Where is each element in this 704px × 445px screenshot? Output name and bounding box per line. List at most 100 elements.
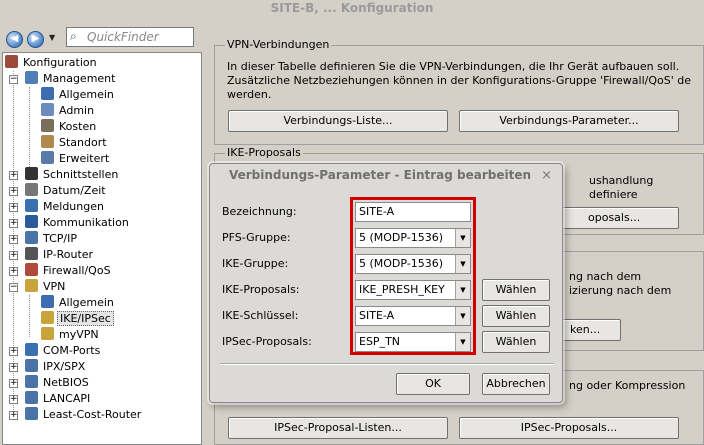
tree-item[interactable]: myVPN bbox=[41, 327, 101, 343]
tree-item-label: NetBIOS bbox=[43, 376, 89, 389]
router-icon bbox=[25, 247, 38, 260]
expand-icon[interactable]: + bbox=[9, 235, 18, 244]
tree-item[interactable]: Least-Cost-Router bbox=[25, 407, 143, 423]
tree-item[interactable]: NetBIOS bbox=[25, 375, 91, 391]
group-description: ng oder Kompression bbox=[569, 379, 686, 392]
tree-item-label: Allgemein bbox=[59, 296, 114, 309]
tree-connector bbox=[29, 87, 30, 175]
tree-item[interactable]: VPN bbox=[25, 279, 67, 295]
tree-item[interactable]: Standort bbox=[41, 135, 109, 151]
tree-connector bbox=[29, 295, 30, 337]
expand-icon[interactable]: + bbox=[9, 411, 18, 420]
forward-arrow-icon[interactable]: ▶ bbox=[27, 31, 44, 48]
tree-item[interactable]: Management bbox=[25, 71, 117, 87]
field-label: PFS-Gruppe: bbox=[222, 231, 291, 244]
chevron-down-icon[interactable]: ▼ bbox=[455, 307, 470, 325]
netbios-icon bbox=[25, 375, 38, 388]
collapse-icon[interactable]: − bbox=[9, 283, 18, 292]
tree-item-label: Erweitert bbox=[59, 152, 110, 165]
tree-item-label: VPN bbox=[43, 280, 66, 293]
window-title: SITE-B, ... Konfiguration bbox=[0, 0, 704, 18]
tree-item-label: COM-Ports bbox=[43, 344, 101, 357]
select-button[interactable]: Wählen bbox=[482, 331, 550, 353]
ipsec-proposals-button[interactable]: IPSec-Proposals... bbox=[459, 417, 679, 439]
field-value: SITE-A bbox=[359, 309, 395, 322]
combo-select[interactable]: IKE_PRESH_KEY ▼ bbox=[355, 280, 471, 300]
expand-icon[interactable]: + bbox=[9, 219, 18, 228]
advanced-icon bbox=[41, 151, 54, 164]
tree-item[interactable]: TCP/IP bbox=[25, 231, 79, 247]
combo-select[interactable]: 5 (MODP-1536) ▼ bbox=[355, 254, 471, 274]
ports-icon bbox=[25, 343, 38, 356]
expand-icon[interactable]: + bbox=[9, 251, 18, 260]
quickfinder-search-input[interactable]: QuickFinder bbox=[66, 27, 194, 47]
tree-item-label: Konfiguration bbox=[23, 56, 97, 69]
chevron-down-icon[interactable]: ▼ bbox=[455, 229, 470, 247]
cancel-button[interactable]: Abbrechen bbox=[482, 373, 550, 395]
configuration-tree[interactable]: Konfiguration Management − Allgemein Admin Ko… bbox=[2, 52, 202, 445]
expand-icon[interactable]: + bbox=[9, 347, 18, 356]
tree-item[interactable]: IPX/SPX bbox=[25, 359, 87, 375]
select-button[interactable]: Wählen bbox=[482, 305, 550, 327]
group-title: IKE-Proposals bbox=[225, 146, 303, 159]
expand-icon[interactable]: + bbox=[9, 395, 18, 404]
tree-item[interactable]: Schnittstellen bbox=[25, 167, 120, 183]
field-value: IKE_PRESH_KEY bbox=[359, 283, 445, 296]
combo-select[interactable]: SITE-A ▼ bbox=[355, 306, 471, 326]
tree-item[interactable]: Admin bbox=[41, 103, 96, 119]
collapse-icon[interactable]: − bbox=[9, 75, 18, 84]
lcr-icon bbox=[25, 407, 38, 420]
tree-item[interactable]: Kommunikation bbox=[25, 215, 131, 231]
tree-item[interactable]: IKE/IPSec bbox=[41, 311, 114, 327]
tree-item[interactable]: Konfiguration bbox=[5, 55, 99, 71]
tree-item[interactable]: Erweitert bbox=[41, 151, 111, 167]
tree-item-label: Kosten bbox=[59, 120, 97, 133]
chevron-down-icon[interactable]: ▼ bbox=[455, 255, 470, 273]
tree-item[interactable]: LANCAPI bbox=[25, 391, 92, 407]
tree-item-label: IP-Router bbox=[43, 248, 94, 261]
tree-item[interactable]: Firewall/QoS bbox=[25, 263, 113, 279]
field-value: ESP_TN bbox=[359, 335, 401, 348]
expand-icon[interactable]: + bbox=[9, 171, 18, 180]
key-icon bbox=[41, 311, 54, 324]
expand-icon[interactable]: + bbox=[9, 187, 18, 196]
tree-item[interactable]: Allgemein bbox=[41, 87, 116, 103]
ipsec-proposal-lists-button[interactable]: IPSec-Proposal-Listen... bbox=[228, 417, 448, 439]
connection-list-button[interactable]: Verbindungs-Liste... bbox=[228, 110, 448, 132]
connection-parameters-button[interactable]: Verbindungs-Parameter... bbox=[459, 110, 679, 132]
user-icon bbox=[41, 103, 54, 116]
combo-select[interactable]: ESP_TN ▼ bbox=[355, 332, 471, 352]
tree-item[interactable]: Kosten bbox=[41, 119, 98, 135]
history-dropdown-icon[interactable]: ▼ bbox=[49, 33, 55, 42]
combo-select[interactable]: 5 (MODP-1536) ▼ bbox=[355, 228, 471, 248]
expand-icon[interactable]: + bbox=[9, 363, 18, 372]
tree-item[interactable]: COM-Ports bbox=[25, 343, 102, 359]
chevron-down-icon[interactable]: ▼ bbox=[455, 281, 470, 299]
field-value: SITE-A bbox=[359, 205, 395, 218]
field-label: IKE-Schlüssel: bbox=[222, 309, 299, 322]
name-input[interactable]: SITE-A bbox=[355, 202, 471, 222]
group-description: ushandlung definiere bbox=[589, 174, 654, 201]
tree-item[interactable]: Datum/Zeit bbox=[25, 183, 108, 199]
back-arrow-icon[interactable]: ◀ bbox=[6, 31, 23, 48]
group-description: ng nach dem bbox=[569, 270, 642, 283]
group-description: izierung nach dem bbox=[569, 284, 672, 297]
tree-item[interactable]: IP-Router bbox=[25, 247, 95, 263]
tree-item-label: Firewall/QoS bbox=[43, 264, 111, 277]
edit-entry-dialog: Verbindungs-Parameter - Eintrag bearbeit… bbox=[209, 163, 563, 403]
close-icon[interactable]: × bbox=[541, 168, 552, 183]
vpn-lock-icon bbox=[25, 279, 38, 292]
coins-icon bbox=[41, 119, 54, 132]
expand-icon[interactable]: + bbox=[9, 267, 18, 276]
select-button[interactable]: Wählen bbox=[482, 279, 550, 301]
tree-item[interactable]: Meldungen bbox=[25, 199, 106, 215]
tree-item-label: Allgemein bbox=[59, 88, 114, 101]
tree-item-label: Standort bbox=[59, 136, 107, 149]
tree-item-label: Admin bbox=[59, 104, 95, 117]
chevron-down-icon[interactable]: ▼ bbox=[455, 333, 470, 351]
expand-icon[interactable]: + bbox=[9, 379, 18, 388]
ok-button[interactable]: OK bbox=[396, 373, 470, 395]
expand-icon[interactable]: + bbox=[9, 203, 18, 212]
tree-item[interactable]: Allgemein bbox=[41, 295, 116, 311]
tree-item-label: myVPN bbox=[59, 328, 99, 341]
